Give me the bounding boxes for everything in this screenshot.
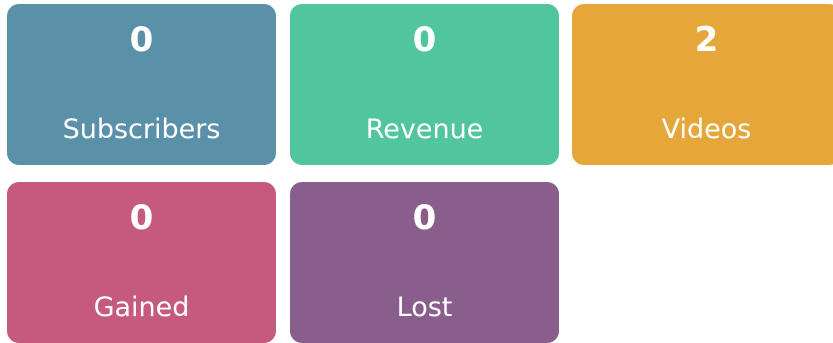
stat-label-revenue: Revenue [365, 114, 484, 145]
stat-value-revenue: 0 [412, 20, 437, 60]
stat-value-gained: 0 [129, 198, 154, 238]
stats-grid: 0 Subscribers 0 Revenue 2 Videos 0 Gaine… [7, 4, 833, 343]
stat-card-videos[interactable]: 2 Videos [572, 4, 833, 165]
stat-label-subscribers: Subscribers [62, 114, 221, 145]
stat-card-subscribers[interactable]: 0 Subscribers [7, 4, 276, 165]
stat-value-lost: 0 [412, 198, 437, 238]
stat-card-gained[interactable]: 0 Gained [7, 182, 276, 343]
stat-value-videos: 2 [694, 20, 719, 60]
stat-label-gained: Gained [93, 292, 190, 323]
stat-card-revenue[interactable]: 0 Revenue [290, 4, 559, 165]
stat-label-lost: Lost [396, 292, 453, 323]
stat-card-lost[interactable]: 0 Lost [290, 182, 559, 343]
stat-value-subscribers: 0 [129, 20, 154, 60]
stat-label-videos: Videos [661, 114, 752, 145]
